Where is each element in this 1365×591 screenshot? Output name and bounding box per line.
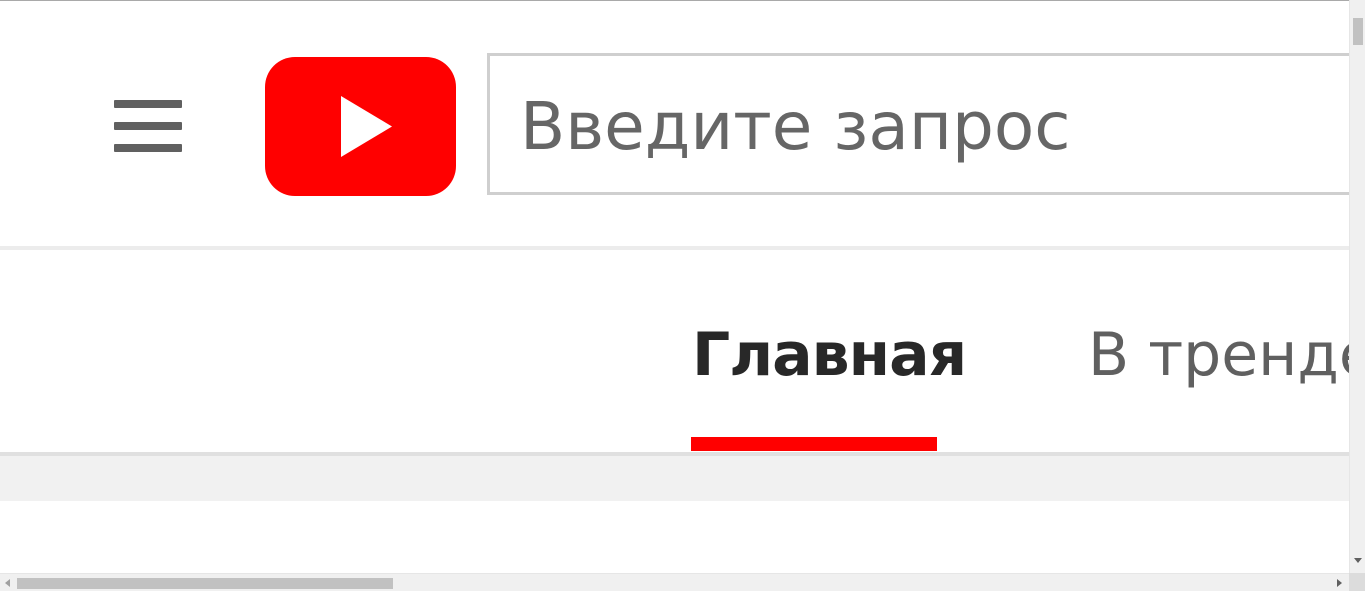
horizontal-scrollbar[interactable] [0,573,1349,591]
horizontal-scrollbar-thumb[interactable] [17,578,393,589]
header-divider [0,246,1349,250]
vertical-scrollbar-thumb[interactable] [1353,18,1363,45]
play-icon [341,96,392,157]
active-tab-indicator [691,437,937,451]
vertical-scrollbar[interactable] [1349,0,1365,573]
window-top-border [0,0,1365,1]
page-viewport: Главная В тренде [0,0,1349,573]
tab-home[interactable]: Главная [692,320,967,390]
scroll-right-arrow-icon[interactable] [1337,579,1342,587]
scroll-left-arrow-icon[interactable] [5,579,10,587]
search-box[interactable] [487,53,1349,195]
menu-bar [114,144,182,152]
scroll-down-arrow-icon[interactable] [1354,558,1362,563]
scrollbar-corner [1349,573,1365,591]
content-area [0,456,1349,501]
youtube-logo-icon[interactable] [265,57,456,196]
hamburger-menu-icon[interactable] [112,98,184,158]
search-input[interactable] [520,76,1340,176]
menu-bar [114,122,182,130]
menu-bar [114,100,182,108]
tab-trending[interactable]: В тренде [1088,320,1349,390]
